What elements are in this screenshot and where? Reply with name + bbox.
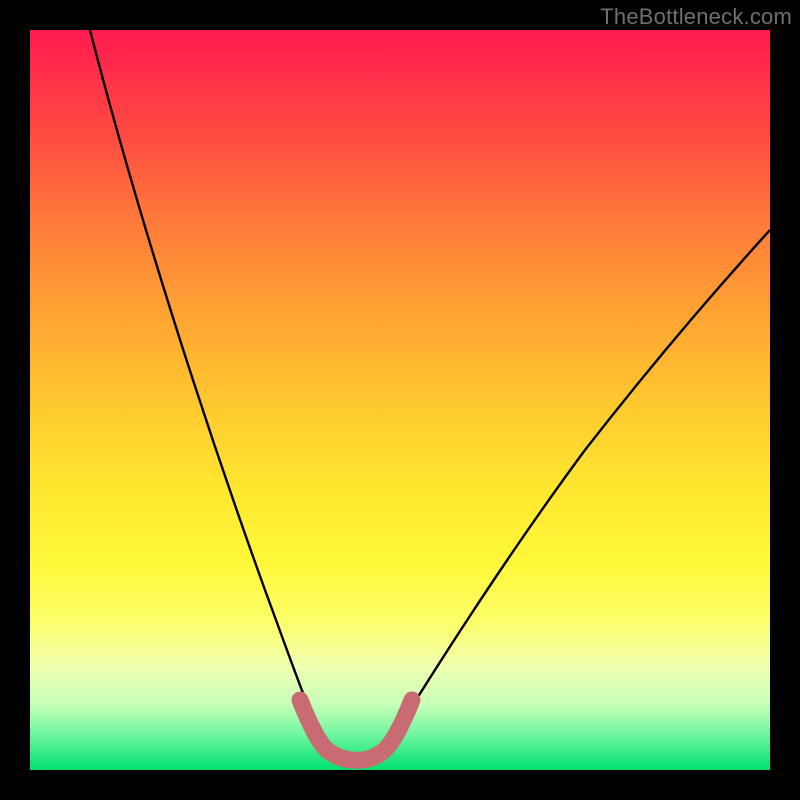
valley-accent (300, 700, 412, 760)
watermark-text: TheBottleneck.com (600, 4, 792, 30)
curve-left (90, 30, 326, 748)
curve-right (386, 230, 770, 748)
chart-svg (30, 30, 770, 770)
chart-frame: TheBottleneck.com (0, 0, 800, 800)
